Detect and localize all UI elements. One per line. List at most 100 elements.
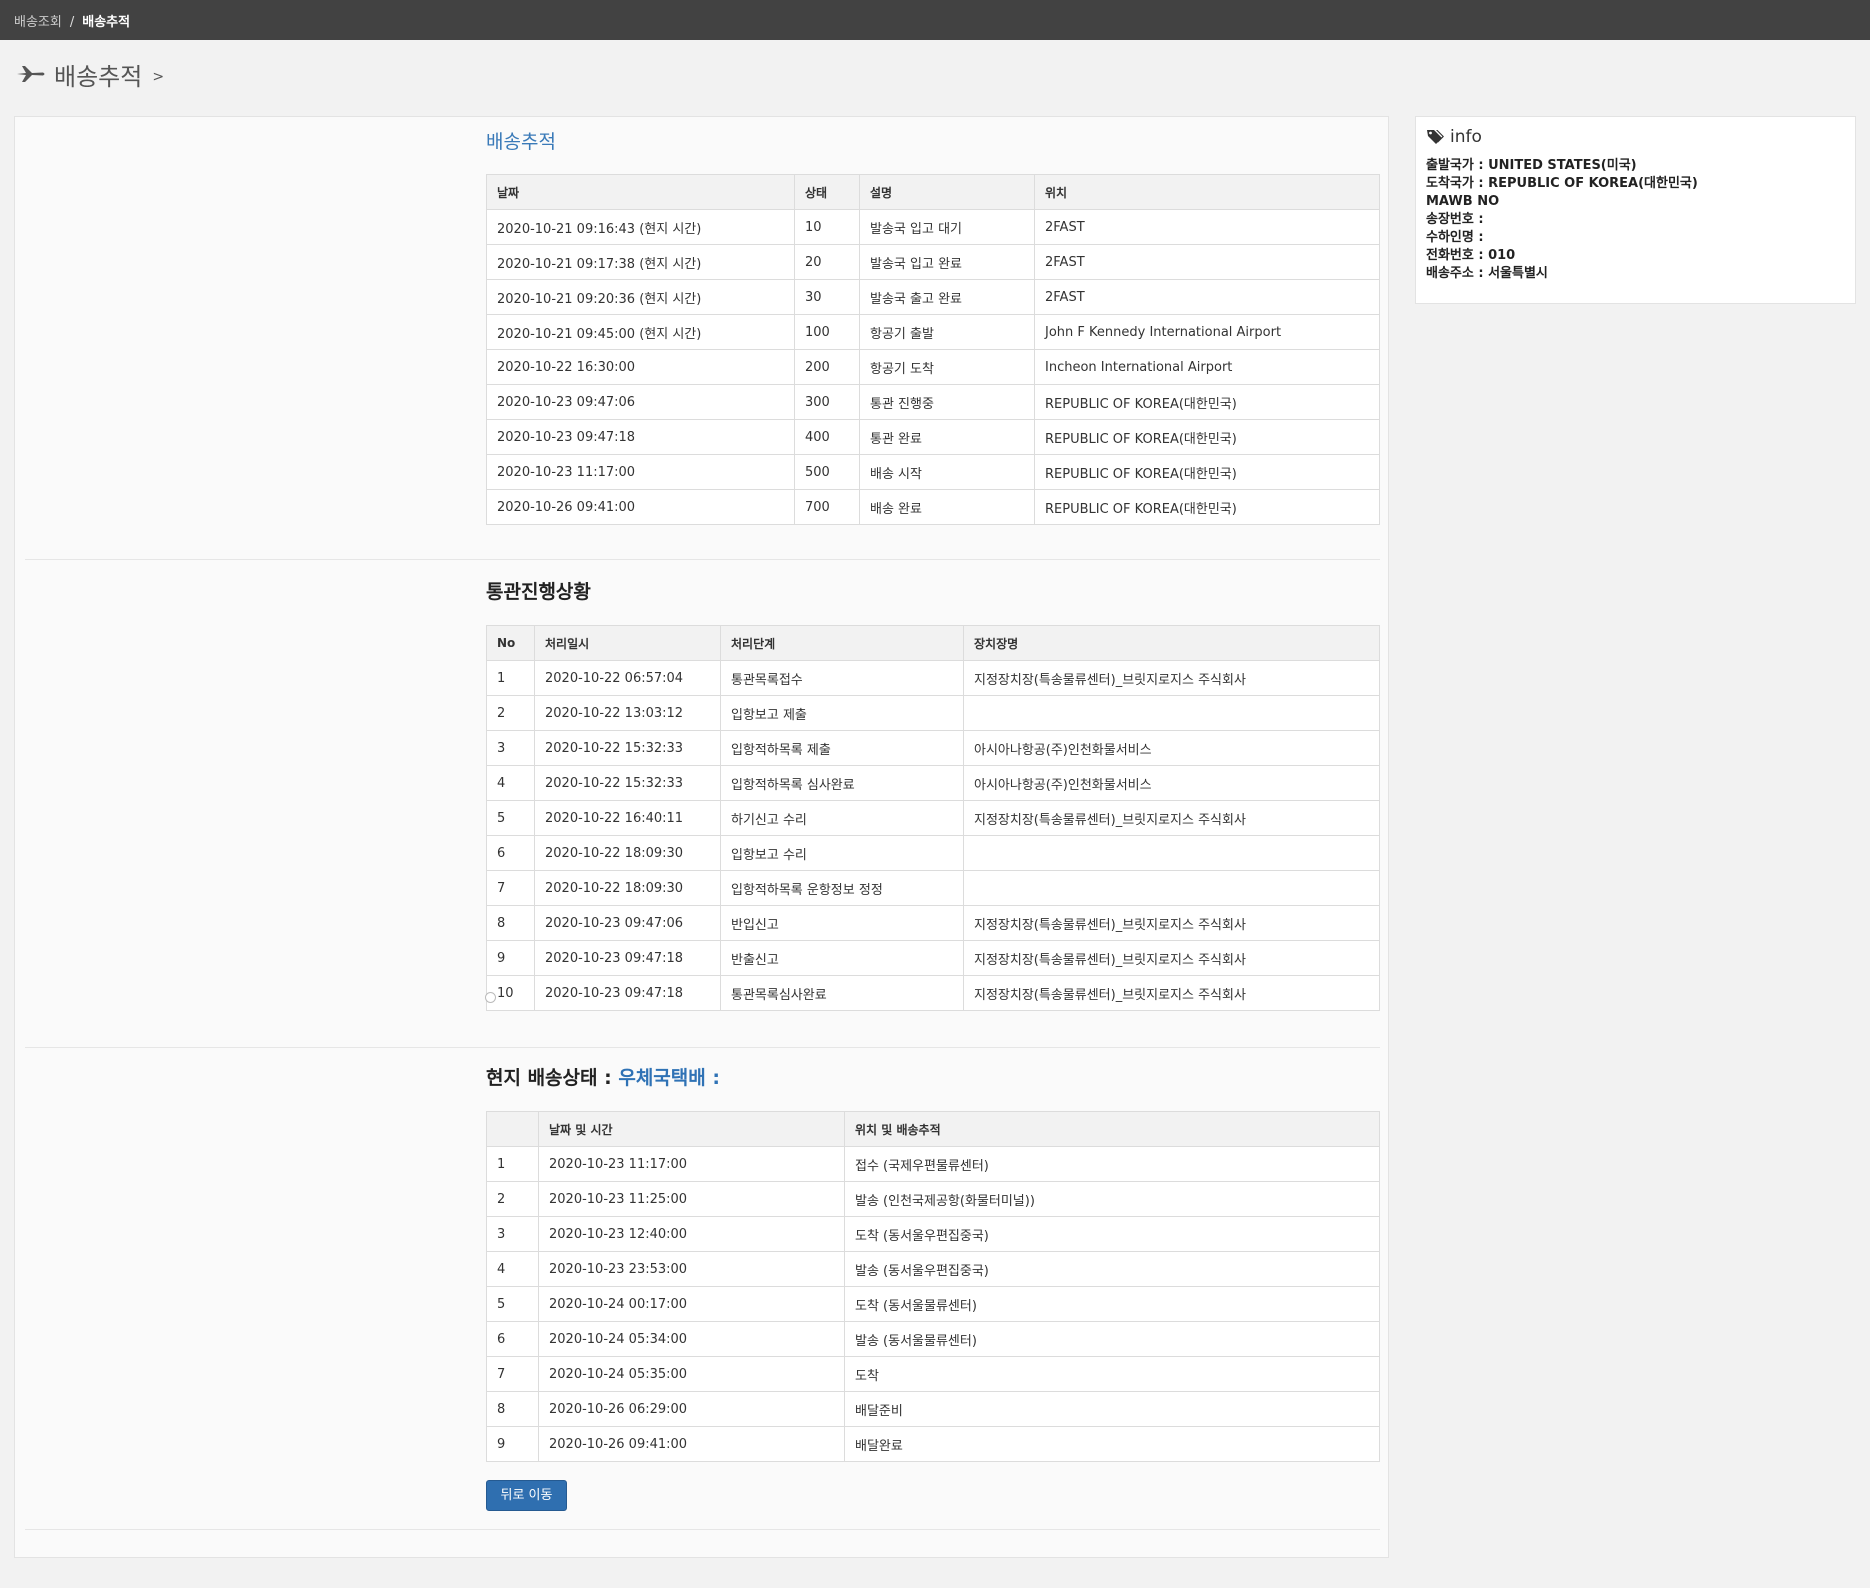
table-cell: REPUBLIC OF KOREA(대한민국)	[1034, 419, 1380, 455]
table-cell: 발송국 입고 대기	[859, 209, 1035, 245]
airplane-icon	[17, 66, 45, 82]
mawb-no: MAWB NO	[1426, 194, 1500, 209]
row-radio[interactable]	[485, 992, 496, 1003]
table-cell: 2020-10-23 09:47:18	[534, 940, 721, 976]
table-cell: 2020-10-22 16:30:00	[486, 349, 795, 385]
table-cell: 2020-10-22 15:32:33	[534, 730, 721, 766]
table-cell: 입항적하목록 심사완료	[720, 765, 964, 801]
destination-country: 도착국가 : REPUBLIC OF KOREA(대한민국)	[1426, 176, 1698, 191]
table-cell: 도착 (동서울우편집중국)	[844, 1216, 1380, 1252]
table-cell: John F Kennedy International Airport	[1034, 314, 1380, 350]
breadcrumb-current: 배송추적	[82, 15, 131, 30]
page-title-suffix: >	[152, 69, 165, 85]
back-button[interactable]: 뒤로 이동	[486, 1480, 567, 1511]
table-cell: 아시아나항공(주)인천화물서비스	[963, 730, 1380, 766]
table-row: 5 2020-10-22 16:40:11 하기신고 수리 지정장치장(특송물류센터)…	[486, 800, 1380, 836]
table-row: 10 2020-10-23 09:47:18 통관목록심사완료 지정장치장(특송물류센…	[486, 975, 1380, 1011]
table-row: 2020-10-26 09:41:00 700 배송 완료 REPUBLIC OF K…	[486, 489, 1380, 525]
table-cell: 지정장치장(특송물류센터)_브릿지로지스 주식회사	[963, 905, 1380, 941]
table-cell: 6	[486, 835, 535, 871]
table-cell: 8	[486, 905, 535, 941]
table-cell: REPUBLIC OF KOREA(대한민국)	[1034, 489, 1380, 525]
table-cell: 입항보고 제출	[720, 695, 964, 731]
table-cell: 2	[486, 695, 535, 731]
table-cell: 2020-10-22 18:09:30	[534, 870, 721, 906]
table-cell: 3	[486, 730, 535, 766]
table-cell: 2FAST	[1034, 244, 1380, 280]
table-cell: 발송국 입고 완료	[859, 244, 1035, 280]
table-cell: 2020-10-26 09:41:00	[486, 489, 795, 525]
info-panel: info 출발국가 : UNITED STATES(미국) 도착국가 : REP…	[1415, 116, 1856, 304]
table-cell: 배달준비	[844, 1391, 1380, 1427]
table-cell: 100	[794, 314, 860, 350]
table-row: 2020-10-23 11:17:00 500 배송 시작 REPUBLIC OF K…	[486, 454, 1380, 490]
table-cell: 2020-10-21 09:16:43 (현지 시간)	[486, 209, 795, 245]
column-header: 날짜 및 시간	[538, 1111, 845, 1147]
table-cell: 배달완료	[844, 1426, 1380, 1462]
local-delivery-title: 현지 배송상태 : 우체국택배 :	[486, 1063, 720, 1090]
table-cell: 2020-10-22 16:40:11	[534, 800, 721, 836]
table-row: 8 2020-10-26 06:29:00 배달준비	[486, 1391, 1380, 1427]
table-cell: 3	[486, 1216, 539, 1252]
table-cell: 4	[486, 765, 535, 801]
table-cell: 1	[486, 1146, 539, 1182]
tracking-section-title: 배송추적	[486, 131, 556, 153]
table-cell: 2020-10-21 09:45:00 (현지 시간)	[486, 314, 795, 350]
table-row: 2020-10-23 09:47:06 300 통관 진행중 REPUBLIC OF …	[486, 384, 1380, 420]
table-row: 3 2020-10-22 15:32:33 입항적하목록 제출 아시아나항공(주)인천…	[486, 730, 1380, 766]
table-cell: 9	[486, 1426, 539, 1462]
table-cell: 2020-10-24 00:17:00	[538, 1286, 845, 1322]
table-cell: 2020-10-23 11:17:00	[538, 1146, 845, 1182]
table-cell: 지정장치장(특송물류센터)_브릿지로지스 주식회사	[963, 800, 1380, 836]
table-cell: 접수 (국제우편물류센터)	[844, 1146, 1380, 1182]
table-row: 2020-10-21 09:17:38 (현지 시간) 20 발송국 입고 완료 2F…	[486, 244, 1380, 280]
table-cell: 400	[794, 419, 860, 455]
customs-section-title: 통관진행상황	[486, 581, 591, 603]
table-cell: 20	[794, 244, 860, 280]
table-cell: 10	[794, 209, 860, 245]
table-cell: 2020-10-21 09:20:36 (현지 시간)	[486, 279, 795, 315]
top-bar: 배송조회 / 배송추적	[0, 0, 1870, 40]
table-row: 2020-10-22 16:30:00 200 항공기 도착 Incheon Inte…	[486, 349, 1380, 385]
tracking-number: 송장번호 :	[1426, 212, 1484, 227]
main-panel: 배송추적 날짜 상태 설명 위치 2020-10-21 09:16:43 (현지 시간…	[14, 116, 1389, 1558]
info-details: 출발국가 : UNITED STATES(미국) 도착국가 : REPUBLIC…	[1426, 157, 1698, 283]
table-cell: 5	[486, 1286, 539, 1322]
table-row: 8 2020-10-23 09:47:06 반입신고 지정장치장(특송물류센터)_브릿…	[486, 905, 1380, 941]
column-header: 처리일시	[534, 625, 721, 661]
table-cell: 30	[794, 279, 860, 315]
table-cell: 항공기 도착	[859, 349, 1035, 385]
table-row: 9 2020-10-23 09:47:18 반출신고 지정장치장(특송물류센터)_브릿…	[486, 940, 1380, 976]
breadcrumb-parent-link[interactable]: 배송조회	[14, 15, 62, 30]
table-cell: 입항적하목록 운항정보 정정	[720, 870, 964, 906]
table-cell: 지정장치장(특송물류센터)_브릿지로지스 주식회사	[963, 940, 1380, 976]
breadcrumb: 배송조회 / 배송추적	[14, 15, 131, 30]
table-row: 4 2020-10-23 23:53:00 발송 (동서울우편집중국)	[486, 1251, 1380, 1287]
table-cell: 하기신고 수리	[720, 800, 964, 836]
table-row: 2020-10-21 09:20:36 (현지 시간) 30 발송국 출고 완료 2F…	[486, 279, 1380, 315]
table-cell: 2020-10-23 09:47:06	[534, 905, 721, 941]
table-cell: 2	[486, 1181, 539, 1217]
table-cell	[963, 870, 1380, 906]
table-cell: 4	[486, 1251, 539, 1287]
table-cell: REPUBLIC OF KOREA(대한민국)	[1034, 454, 1380, 490]
column-header: 설명	[859, 174, 1035, 210]
table-cell: 2020-10-23 11:25:00	[538, 1181, 845, 1217]
table-cell: 통관목록심사완료	[720, 975, 964, 1011]
table-cell: 2020-10-23 09:47:06	[486, 384, 795, 420]
table-cell: 2020-10-22 13:03:12	[534, 695, 721, 731]
table-cell: 2020-10-24 05:35:00	[538, 1356, 845, 1392]
page-title: 배송추적 >	[16, 56, 164, 92]
table-row: 5 2020-10-24 00:17:00 도착 (동서울물류센터)	[486, 1286, 1380, 1322]
table-cell: 2020-10-22 18:09:30	[534, 835, 721, 871]
table-row: 2 2020-10-22 13:03:12 입항보고 제출	[486, 695, 1380, 731]
table-cell: 2FAST	[1034, 209, 1380, 245]
table-row: 2 2020-10-23 11:25:00 발송 (인천국제공항(화물터미널))	[486, 1181, 1380, 1217]
table-cell: 발송 (동서울우편집중국)	[844, 1251, 1380, 1287]
table-cell: 700	[794, 489, 860, 525]
table-cell: Incheon International Airport	[1034, 349, 1380, 385]
table-cell: 반출신고	[720, 940, 964, 976]
table-row: 3 2020-10-23 12:40:00 도착 (동서울우편집중국)	[486, 1216, 1380, 1252]
column-header: No	[486, 625, 535, 661]
table-row: 2020-10-21 09:45:00 (현지 시간) 100 항공기 출발 John…	[486, 314, 1380, 350]
